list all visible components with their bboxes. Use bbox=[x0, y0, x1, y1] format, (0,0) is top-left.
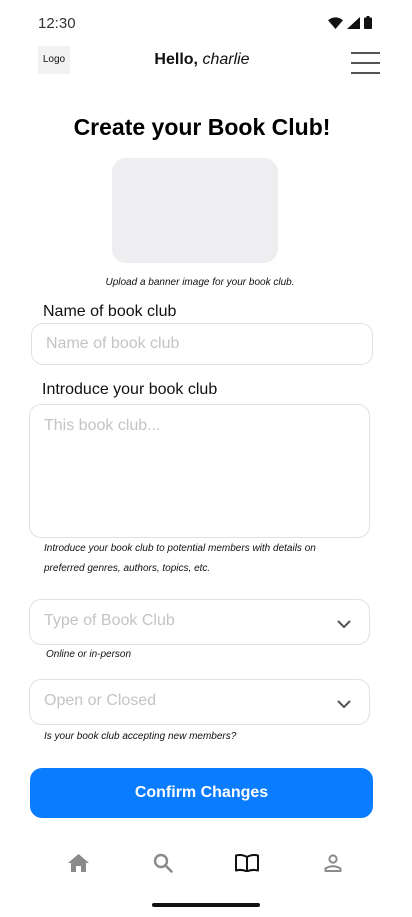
open-closed-select[interactable]: Open or Closed bbox=[29, 679, 370, 725]
greeting: Hello, charlie bbox=[0, 51, 404, 69]
home-icon bbox=[67, 853, 89, 877]
home-indicator bbox=[152, 903, 260, 907]
status-time: 12:30 bbox=[38, 15, 76, 32]
open-closed-placeholder: Open or Closed bbox=[44, 692, 157, 709]
open-closed-help: Is your book club accepting new members? bbox=[44, 731, 237, 742]
confirm-changes-button[interactable]: Confirm Changes bbox=[30, 768, 373, 818]
signal-icon bbox=[347, 16, 360, 34]
club-type-help: Online or in-person bbox=[46, 649, 132, 660]
status-icons bbox=[328, 16, 372, 34]
search-icon bbox=[153, 853, 173, 878]
club-intro-textarea[interactable] bbox=[29, 404, 370, 538]
intro-label: Introduce your book club bbox=[42, 381, 218, 398]
profile-icon bbox=[324, 853, 342, 877]
chevron-down-icon bbox=[337, 696, 351, 714]
greeting-username: charlie bbox=[202, 51, 250, 68]
chevron-down-icon bbox=[337, 616, 351, 634]
hamburger-menu-icon[interactable] bbox=[351, 52, 380, 74]
bottom-nav bbox=[0, 850, 412, 882]
book-icon bbox=[235, 853, 259, 877]
nav-book-clubs[interactable] bbox=[232, 850, 262, 880]
banner-upload[interactable] bbox=[112, 158, 278, 263]
nav-profile[interactable] bbox=[318, 850, 348, 880]
name-label: Name of book club bbox=[43, 303, 177, 320]
wifi-icon bbox=[328, 16, 343, 34]
nav-home[interactable] bbox=[63, 850, 93, 880]
club-type-placeholder: Type of Book Club bbox=[44, 612, 175, 629]
club-type-select[interactable]: Type of Book Club bbox=[29, 599, 370, 645]
page-title: Create your Book Club! bbox=[73, 114, 331, 140]
banner-help-text: Upload a banner image for your book club… bbox=[105, 277, 295, 288]
club-name-input[interactable] bbox=[31, 323, 373, 365]
status-bar: 12:30 bbox=[0, 0, 412, 46]
greeting-hello: Hello, bbox=[154, 51, 198, 68]
nav-search[interactable] bbox=[148, 850, 178, 880]
intro-help-line2: preferred genres, authors, topics, etc. bbox=[44, 563, 211, 574]
app-header: Logo Hello, charlie bbox=[0, 46, 412, 86]
intro-help-line1: Introduce your book club to potential me… bbox=[44, 543, 316, 554]
battery-icon bbox=[364, 16, 372, 34]
